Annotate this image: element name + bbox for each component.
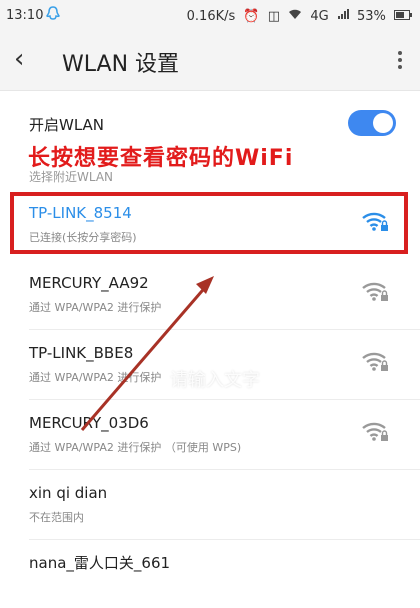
annotation-arrow [80, 276, 214, 431]
arrow-head [196, 276, 214, 294]
arrow-line [80, 283, 210, 431]
